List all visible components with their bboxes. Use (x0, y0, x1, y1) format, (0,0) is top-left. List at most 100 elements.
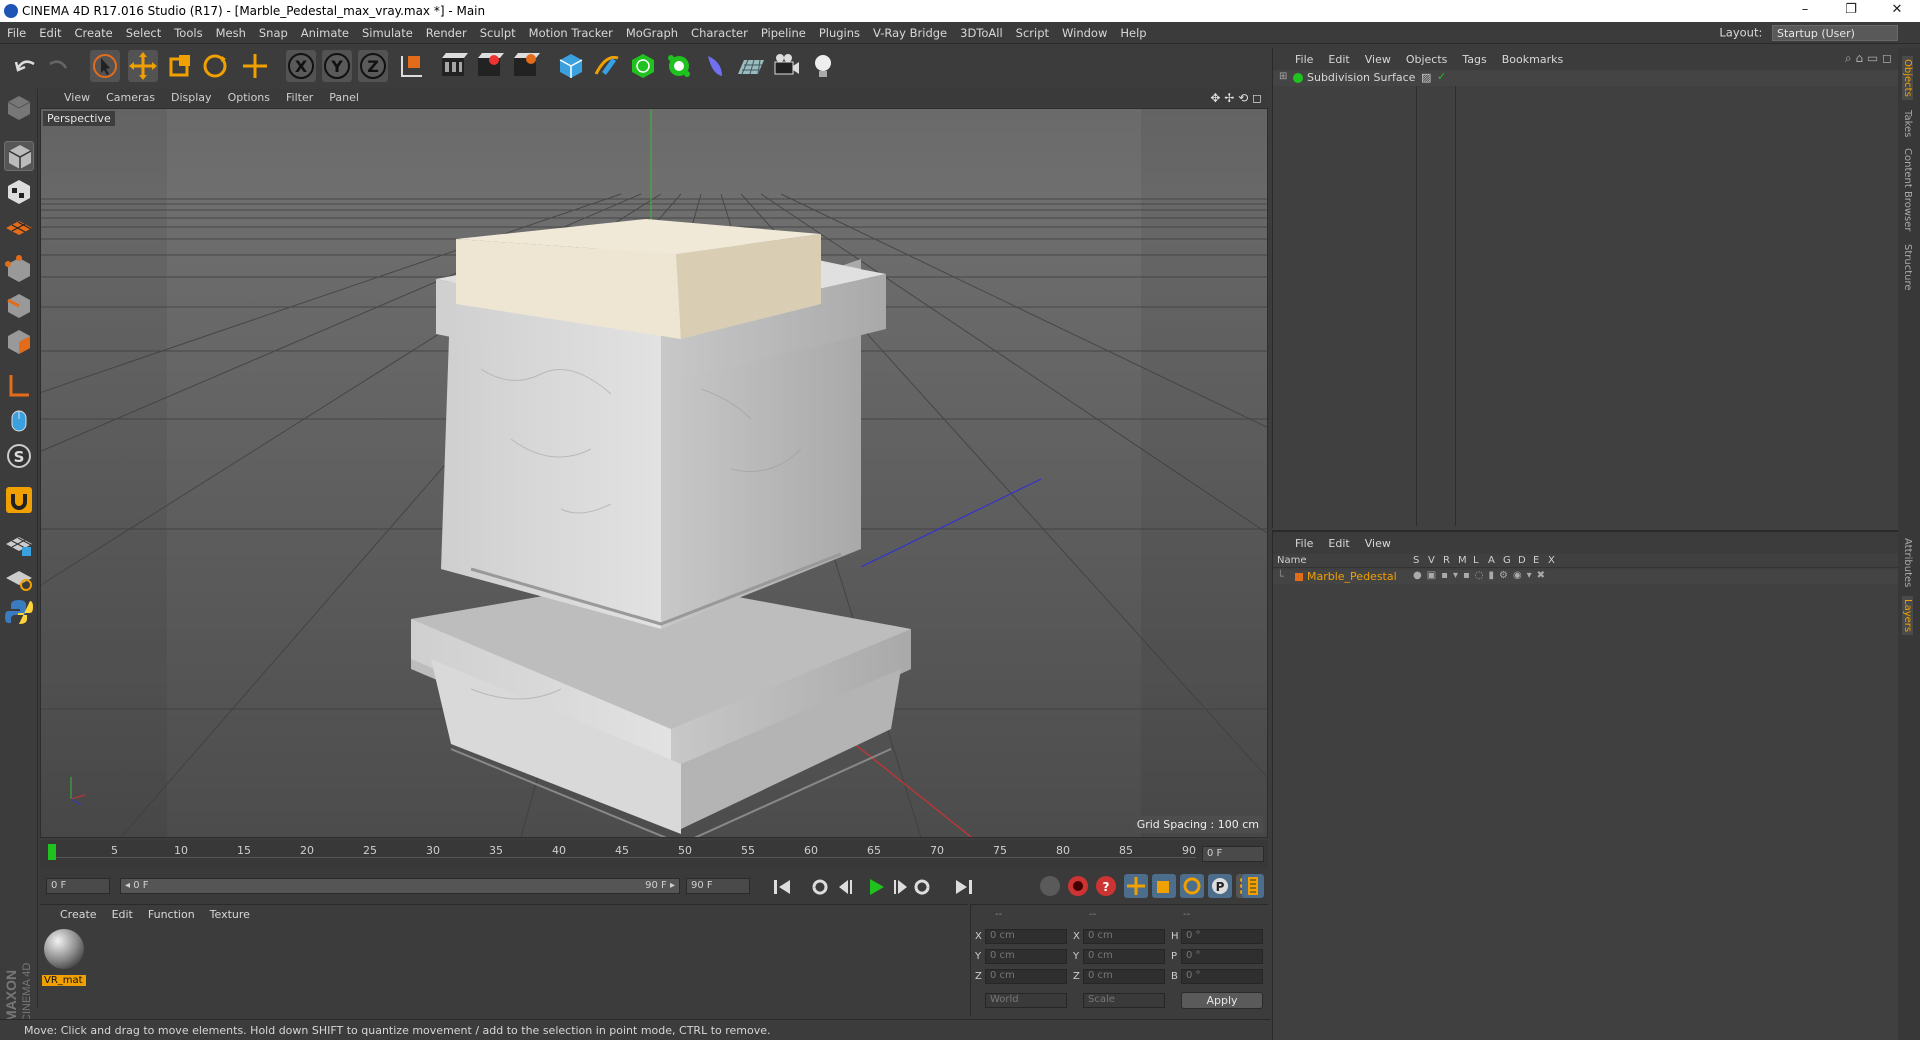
rotation-b-field[interactable]: 0 ° (1181, 969, 1263, 984)
subdivision-surface-icon[interactable] (628, 50, 658, 82)
3d-viewport[interactable]: Perspective Grid Spacing : 100 cm (40, 108, 1268, 838)
frame-range-slider[interactable]: ◂ 0 F 90 F ▸ (120, 878, 680, 894)
object-row[interactable]: ⊞ Subdivision Surface ▨ ✓ (1273, 70, 1899, 86)
go-to-end-icon[interactable] (956, 880, 972, 894)
menu-mograph[interactable]: MoGraph (619, 22, 684, 40)
z-axis-lock-icon[interactable]: Z (358, 50, 388, 82)
python-icon[interactable] (4, 597, 34, 627)
menu-3dtoall[interactable]: 3DToAll (953, 22, 1009, 40)
tab-objects[interactable]: Objects (1902, 56, 1913, 100)
size-x-field[interactable]: 0 cm (1083, 929, 1165, 944)
go-to-start-icon[interactable] (774, 880, 790, 894)
render-view-icon[interactable] (438, 50, 468, 82)
tab-layers[interactable]: Layers (1902, 596, 1913, 636)
position-x-field[interactable]: 0 cm (985, 929, 1067, 944)
layer-color-swatch[interactable] (1295, 573, 1303, 581)
object-menu-view[interactable]: View (1357, 48, 1398, 66)
make-editable-icon[interactable] (4, 93, 34, 123)
floor-icon[interactable] (736, 50, 766, 82)
close-button[interactable]: ✕ (1874, 0, 1920, 22)
menu-pipeline[interactable]: Pipeline (754, 22, 812, 40)
menu-edit[interactable]: Edit (32, 22, 67, 40)
tab-content-browser[interactable]: Content Browser (1902, 148, 1913, 231)
object-menu-edit[interactable]: Edit (1320, 48, 1356, 66)
viewport-menu-options[interactable]: Options (220, 89, 278, 104)
menu-render[interactable]: Render (419, 22, 473, 40)
position-z-field[interactable]: 0 cm (985, 969, 1067, 984)
deformer-icon[interactable] (700, 50, 730, 82)
previous-frame-icon[interactable] (839, 880, 852, 894)
layer-menu-view[interactable]: View (1357, 532, 1398, 550)
coordinate-system-icon[interactable] (396, 50, 426, 82)
rotation-h-field[interactable]: 0 ° (1181, 929, 1263, 944)
tab-attributes[interactable]: Attributes (1902, 538, 1913, 587)
minimize-button[interactable]: – (1782, 0, 1828, 22)
layer-menu-edit[interactable]: Edit (1320, 532, 1356, 550)
rotation-p-field[interactable]: 0 ° (1181, 949, 1263, 964)
material-menu-create[interactable]: Create (52, 905, 104, 921)
menu-sculpt[interactable]: Sculpt (473, 22, 522, 40)
magnet-icon[interactable] (4, 485, 34, 515)
planar-workplane-icon[interactable] (4, 563, 34, 593)
cube-primitive-icon[interactable] (556, 50, 586, 82)
x-axis-lock-icon[interactable]: X (286, 50, 316, 82)
material-menu-function[interactable]: Function (140, 905, 202, 921)
axis-mode-icon[interactable] (4, 371, 34, 401)
snap-icon[interactable]: S (4, 441, 34, 471)
object-search-icon[interactable]: ⌕ ⌂ ▭ ◻ (1845, 51, 1892, 66)
undo-icon[interactable] (10, 50, 40, 82)
polygons-mode-icon[interactable] (4, 327, 34, 357)
texture-mode-icon[interactable] (4, 177, 34, 207)
size-z-field[interactable]: 0 cm (1083, 969, 1165, 984)
menu-create[interactable]: Create (68, 22, 119, 40)
previous-keyframe-icon[interactable] (812, 879, 828, 895)
current-frame-field[interactable]: 0 F (1202, 846, 1264, 862)
start-frame-field[interactable]: 0 F (46, 878, 110, 894)
menu-file[interactable]: File (0, 22, 32, 40)
coordinate-mode-dropdown[interactable]: Scale (1083, 993, 1165, 1008)
points-mode-icon[interactable] (4, 255, 34, 285)
viewport-menu-panel[interactable]: Panel (321, 89, 367, 104)
enabled-check-icon[interactable]: ✓ (1437, 70, 1446, 83)
menu-character[interactable]: Character (684, 22, 754, 40)
menu-plugins[interactable]: Plugins (812, 22, 866, 40)
object-menu-tags[interactable]: Tags (1454, 48, 1493, 66)
tab-takes[interactable]: Takes (1902, 110, 1913, 137)
key-scale-icon[interactable] (1152, 874, 1176, 898)
viewport-menu-filter[interactable]: Filter (278, 89, 321, 104)
menu-simulate[interactable]: Simulate (355, 22, 419, 40)
layer-menu-file[interactable]: File (1287, 532, 1320, 550)
object-menu-objects[interactable]: Objects (1398, 48, 1455, 66)
model-mode-icon[interactable] (4, 141, 34, 171)
menu-motion-tracker[interactable]: Motion Tracker (522, 22, 619, 40)
light-icon[interactable] (808, 50, 838, 82)
material-menu-edit[interactable]: Edit (104, 905, 140, 921)
tweak-mode-icon[interactable] (4, 405, 34, 435)
end-frame-field[interactable]: 90 F (686, 878, 750, 894)
expand-icon[interactable]: ⊞ (1279, 71, 1287, 82)
maximize-button[interactable]: ❐ (1828, 0, 1874, 22)
menu-mesh[interactable]: Mesh (209, 22, 252, 40)
next-frame-icon[interactable] (894, 880, 907, 894)
scale-tool-icon[interactable] (165, 50, 195, 82)
viewport-menu-display[interactable]: Display (163, 89, 220, 104)
layout-dropdown[interactable]: Startup (User) (1772, 25, 1898, 41)
object-menu-file[interactable]: File (1287, 48, 1320, 66)
menu-select[interactable]: Select (119, 22, 167, 40)
coordinate-space-dropdown[interactable]: World (985, 993, 1067, 1008)
menu-snap[interactable]: Snap (252, 22, 294, 40)
menu-tools[interactable]: Tools (167, 22, 208, 40)
y-axis-lock-icon[interactable]: Y (322, 50, 352, 82)
layer-toggle-icons[interactable]: ●▣▪▾▪◌▮⚙◉▾✖ (1413, 570, 1550, 581)
menu-vray-bridge[interactable]: V-Ray Bridge (866, 22, 953, 40)
material-swatch[interactable]: VR_mat (42, 927, 86, 986)
edges-mode-icon[interactable] (4, 291, 34, 321)
menu-script[interactable]: Script (1009, 22, 1055, 40)
object-menu-bookmarks[interactable]: Bookmarks (1494, 48, 1570, 66)
layer-name[interactable]: Marble_Pedestal (1307, 570, 1397, 583)
viewport-menu-cameras[interactable]: Cameras (98, 89, 163, 104)
object-tree[interactable]: ⊞ Subdivision Surface ▨ ✓ (1273, 70, 1899, 530)
lock-workplane-icon[interactable] (4, 529, 34, 559)
object-name[interactable]: Subdivision Surface (1307, 71, 1415, 84)
render-settings-icon[interactable] (510, 50, 540, 82)
